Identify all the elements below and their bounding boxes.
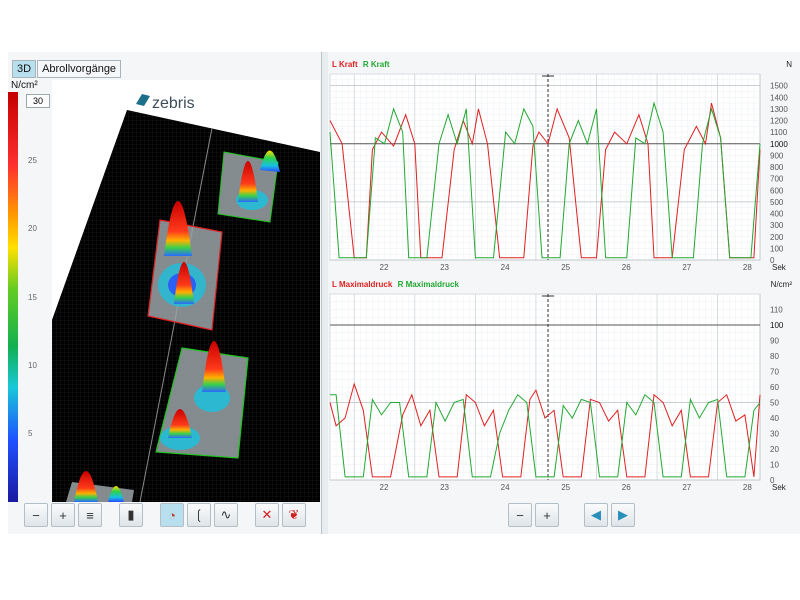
x-tick-label: 22 — [380, 263, 389, 272]
zoom-out-button[interactable]: − — [24, 503, 48, 527]
y-tick-label: 700 — [770, 175, 784, 184]
scale-tick-label: 10 — [28, 361, 37, 370]
x-tick-label: 28 — [743, 263, 752, 272]
tab-abrollvorgaenge[interactable]: Abrollvorgänge — [37, 60, 122, 78]
zoom-reset-icon: ≡ — [86, 507, 94, 523]
y-tick-label: 1100 — [770, 128, 788, 137]
y-tick-label: 1500 — [770, 82, 788, 91]
y-tick-label: 100 — [770, 321, 784, 330]
left-toolbar: − + ≡ ▮ ◔ ❲ ∿ ✕ ❦ — [24, 500, 309, 530]
y-tick-label: 80 — [770, 352, 779, 361]
zoom-in-icon: + — [59, 507, 67, 523]
y-tick-label: 60 — [770, 383, 779, 392]
y-tick-label: 500 — [770, 198, 784, 207]
zoom-in-icon: + — [543, 507, 551, 523]
both-feet-icon: ❦ — [288, 507, 300, 522]
left-foot-button[interactable]: ❲ — [187, 503, 211, 527]
x-tick-label: 26 — [622, 483, 631, 492]
zoom-out-icon: − — [516, 507, 524, 523]
scale-tick-label: 25 — [28, 156, 37, 165]
scale-tick-label: 5 — [28, 429, 33, 438]
foot-view-icon: ◔ — [168, 507, 176, 523]
both-feet-button[interactable]: ❦ — [282, 503, 306, 527]
chart-zoom-in-button[interactable]: + — [535, 503, 559, 527]
y-tick-label: 1000 — [770, 140, 788, 149]
left-panel-3d: 3D Abrollvorgänge N/cm² 30 25 20 15 10 5… — [8, 52, 322, 534]
scale-tick-label: 20 — [28, 224, 37, 233]
left-foot-icon: ❲ — [193, 507, 205, 522]
app-window: 3D Abrollvorgänge N/cm² 30 25 20 15 10 5… — [8, 52, 800, 534]
y-tick-label: 100 — [770, 244, 784, 253]
pressure-scale-unit: N/cm² — [11, 80, 38, 91]
zoom-in-button[interactable]: + — [51, 503, 75, 527]
3d-pressure-scene[interactable]: zebris — [52, 80, 320, 502]
legend-r-kraft: R Kraft — [362, 60, 390, 69]
y-tick-label: 400 — [770, 210, 784, 219]
x-tick-label: 23 — [440, 263, 449, 272]
chart-zoom-out-button[interactable]: − — [508, 503, 532, 527]
x-tick-label: 26 — [622, 263, 631, 272]
tab-3d[interactable]: 3D — [12, 60, 37, 78]
y-tick-label: 70 — [770, 368, 779, 377]
right-panel-charts: L Kraft R Kraft N L Maximaldruck R Maxim… — [328, 52, 800, 534]
x-tick-label: 24 — [501, 483, 510, 492]
x-axis-label: Sek — [772, 263, 787, 272]
y-tick-label: 800 — [770, 163, 784, 172]
y-tick-label: 30 — [770, 430, 779, 439]
step-back-icon: ◀ — [591, 507, 601, 522]
y-tick-label: 20 — [770, 445, 779, 454]
gait-line-icon: ∿ — [220, 507, 232, 522]
y-tick-label: 50 — [770, 399, 779, 408]
zebris-logo-text: zebris — [152, 95, 195, 112]
x-axis-label: Sek — [772, 483, 787, 492]
step-back-button[interactable]: ◀ — [584, 503, 608, 527]
maximaldruck-chart[interactable]: 010203040506070809010011022 23 24 25 26 27 28 S… — [328, 290, 800, 502]
view-mode-icon: ▮ — [127, 507, 135, 522]
step-forward-icon: ▶ — [618, 507, 628, 522]
chart1-unit: N — [786, 60, 792, 69]
tab-bar: 3D Abrollvorgänge — [12, 60, 122, 78]
x-tick-label: 28 — [743, 483, 752, 492]
x-tick-label: 27 — [682, 263, 691, 272]
x-tick-label: 23 — [440, 483, 449, 492]
kraft-chart[interactable]: 0100200300400500600700800900100011001200… — [328, 70, 800, 282]
y-tick-label: 900 — [770, 151, 784, 160]
clear-icon: ✕ — [261, 507, 273, 522]
y-tick-label: 1200 — [770, 117, 788, 126]
x-tick-label: 22 — [380, 483, 389, 492]
y-tick-label: 200 — [770, 233, 784, 242]
legend-l-kraft: L Kraft — [332, 60, 358, 69]
y-tick-label: 110 — [770, 306, 783, 315]
y-tick-label: 40 — [770, 414, 779, 423]
step-forward-button[interactable]: ▶ — [611, 503, 635, 527]
view-mode-button[interactable]: ▮ — [119, 503, 143, 527]
foot-view-button[interactable]: ◔ — [160, 503, 184, 527]
zoom-out-icon: − — [32, 507, 40, 523]
gait-line-button[interactable]: ∿ — [214, 503, 238, 527]
x-tick-label: 25 — [561, 483, 570, 492]
x-tick-label: 24 — [501, 263, 510, 272]
right-toolbar: − + ◀ ▶ — [508, 500, 638, 530]
x-tick-label: 27 — [682, 483, 691, 492]
y-tick-label: 90 — [770, 337, 779, 346]
clear-button[interactable]: ✕ — [255, 503, 279, 527]
x-tick-label: 25 — [561, 263, 570, 272]
zoom-reset-button[interactable]: ≡ — [78, 503, 102, 527]
footprint-right-1 — [217, 150, 280, 223]
y-tick-label: 10 — [770, 461, 779, 470]
y-tick-label: 600 — [770, 186, 784, 195]
y-tick-label: 300 — [770, 221, 784, 230]
chart1-legend: L Kraft R Kraft — [332, 60, 390, 69]
y-tick-label: 1300 — [770, 105, 788, 114]
y-tick-label: 1400 — [770, 93, 788, 102]
pressure-scale-max-input[interactable]: 30 — [26, 94, 50, 108]
scale-tick-label: 15 — [28, 293, 37, 302]
pressure-color-scale — [8, 92, 18, 502]
